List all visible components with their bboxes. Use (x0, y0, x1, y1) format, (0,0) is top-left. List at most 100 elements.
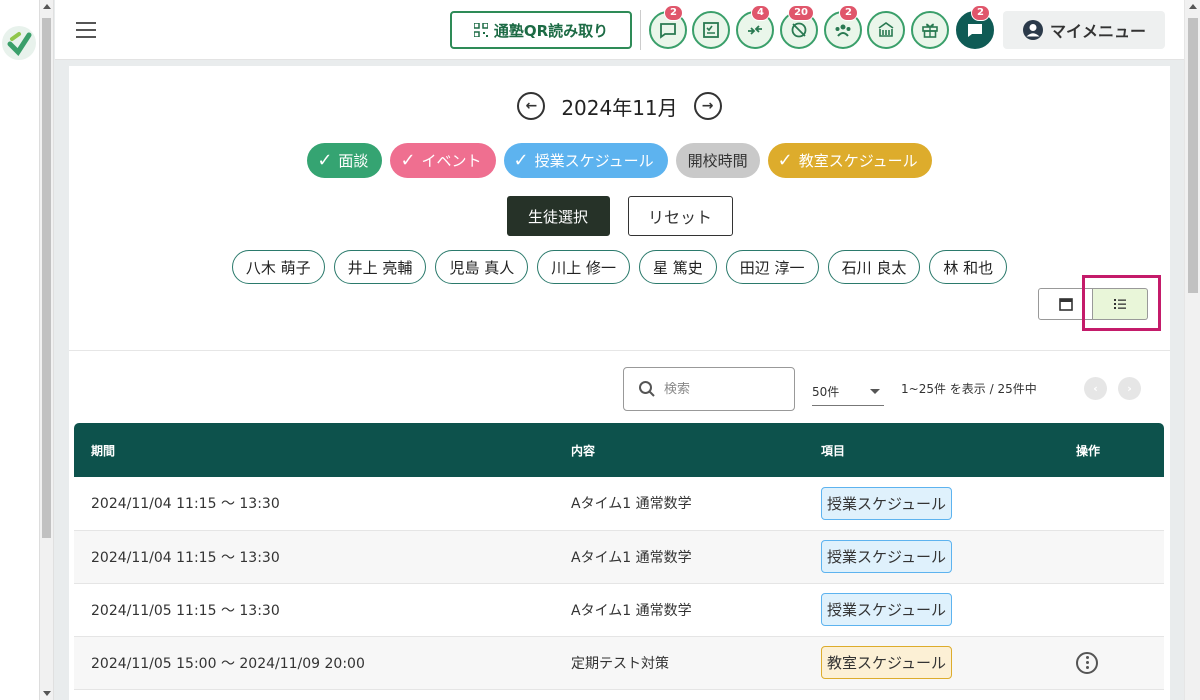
absence-button[interactable]: 20 (780, 5, 818, 49)
sidebar-scrollbar[interactable] (40, 0, 54, 700)
content-cell: Aタイム1 通常数学 (554, 583, 804, 637)
more-options-icon[interactable] (1076, 651, 1098, 674)
transfer-badge: 4 (751, 5, 770, 21)
month-navigator: ← 2024年11月 → (69, 90, 1170, 122)
content-cell: 定期テスト対策 (554, 636, 804, 690)
actions-cell (1059, 530, 1164, 584)
month-title: 2024年11月 (561, 95, 678, 120)
per-page-value: 50件 (812, 385, 840, 399)
gift-icon (922, 23, 938, 38)
message-icon (968, 24, 982, 37)
chat-badge: 2 (664, 5, 683, 21)
column-header-content[interactable]: 内容 (554, 423, 804, 477)
pagination-range: 1~25件 を表示 / 25件中 (901, 382, 1037, 396)
select-students-button[interactable]: 生徒選択 (506, 196, 610, 236)
student-chip[interactable]: 田辺 淳一 (725, 250, 819, 284)
actions-cell (1059, 477, 1164, 531)
group-icon (835, 24, 851, 37)
column-header-period[interactable]: 期間 (74, 423, 554, 477)
search-box[interactable] (623, 367, 795, 411)
hamburger-menu-icon[interactable] (76, 22, 96, 38)
table-row[interactable]: 2024/11/05 11:15 ～ 13:30 Aタイム1 通常数学 授業スケ… (74, 583, 1164, 637)
next-month-arrow-icon[interactable]: → (693, 92, 722, 120)
table-row[interactable]: 2024/11/05 15:00 ～ 2024/11/09 20:00 定期テス… (74, 636, 1164, 690)
category-cell: 教室スケジュール (804, 636, 1059, 690)
app-logo-icon[interactable] (2, 26, 36, 60)
absence-icon (791, 22, 807, 38)
check-icon: ✓ (777, 150, 793, 171)
left-rail (0, 0, 40, 700)
period-cell: 2024/11/05 15:00 ～ 2024/11/09 20:00 (74, 636, 554, 690)
user-circle-icon (1022, 20, 1043, 40)
check-icon: ✓ (317, 150, 333, 171)
school-building-icon (878, 22, 894, 37)
category-tag: 授業スケジュール (821, 486, 952, 520)
selected-students: 八木 萌子 井上 亮輔 児島 真人 川上 修一 星 篤史 田辺 淳一 石川 良太… (69, 250, 1170, 284)
message-button[interactable]: 2 (956, 5, 994, 49)
search-icon (639, 381, 655, 397)
schedule-table: 期間 内容 項目 操作 2024/11/04 11:15 ～ 13:30 Aタイ… (74, 423, 1164, 690)
student-actions: 生徒選択 リセット (69, 196, 1170, 236)
school-button[interactable] (867, 11, 905, 49)
student-chip[interactable]: 児島 真人 (435, 250, 529, 284)
qr-scan-label: 通塾QR読み取り (493, 21, 609, 40)
my-menu-label: マイメニュー (1049, 22, 1146, 41)
content-cell: Aタイム1 通常数学 (554, 530, 804, 584)
student-chip[interactable]: 川上 修一 (537, 250, 630, 284)
dropdown-arrow-icon (870, 389, 880, 394)
section-divider (69, 350, 1170, 351)
student-chip[interactable]: 林 和也 (929, 250, 1008, 284)
chat-icon (660, 23, 676, 39)
table-row[interactable]: 2024/11/04 11:15 ～ 13:30 Aタイム1 通常数学 授業スケ… (74, 530, 1164, 584)
table-row[interactable]: 2024/11/04 11:15 ～ 13:30 Aタイム1 通常数学 授業スケ… (74, 477, 1164, 531)
category-filters: ✓ 面談 ✓ イベント ✓ 授業スケジュール 開校時間 ✓ 教室スケジュール (69, 143, 1170, 178)
student-chip[interactable]: 石川 良太 (827, 250, 921, 284)
category-cell: 授業スケジュール (804, 530, 1059, 584)
absence-badge: 20 (788, 5, 814, 21)
calendar-icon (1058, 298, 1073, 311)
header-divider (640, 10, 641, 50)
transfer-button[interactable]: 4 (736, 5, 774, 49)
actions-cell (1059, 583, 1164, 637)
prev-page-chevron-icon[interactable]: ‹ (1084, 377, 1107, 400)
period-cell: 2024/11/04 11:15 ～ 13:30 (74, 530, 554, 584)
category-tag: 授業スケジュール (821, 593, 952, 626)
page-scrollbar[interactable] (1184, 0, 1200, 700)
period-cell: 2024/11/04 11:15 ～ 13:30 (74, 477, 554, 531)
category-tag: 授業スケジュール (821, 540, 952, 573)
next-page-chevron-icon[interactable]: › (1118, 377, 1141, 400)
reset-button[interactable]: リセット (627, 196, 733, 236)
filter-chip-opening-hours[interactable]: 開校時間 (675, 143, 760, 178)
table-header-row: 期間 内容 項目 操作 (74, 423, 1164, 477)
prev-month-arrow-icon[interactable]: ← (517, 92, 546, 120)
qr-code-icon (473, 23, 488, 37)
actions-cell (1059, 636, 1164, 690)
category-tag: 教室スケジュール (821, 646, 952, 679)
top-header: 通塾QR読み取り 2 4 20 2 2 マイメニュー (55, 0, 1184, 60)
gift-button[interactable] (911, 11, 949, 49)
checklist-icon (703, 22, 719, 38)
qr-scan-button[interactable]: 通塾QR読み取り (450, 11, 632, 49)
check-icon: ✓ (513, 150, 529, 171)
chat-bubble-button[interactable]: 2 (649, 5, 687, 49)
category-cell: 授業スケジュール (804, 583, 1059, 637)
column-header-actions: 操作 (1059, 423, 1164, 477)
message-badge: 2 (971, 5, 990, 21)
student-chip[interactable]: 星 篤史 (639, 250, 717, 284)
group-button[interactable]: 2 (824, 5, 862, 49)
filter-chip-interview[interactable]: ✓ 面談 (307, 143, 383, 178)
per-page-select[interactable]: 50件 (812, 378, 884, 406)
search-input[interactable] (664, 381, 764, 397)
filter-chip-class-schedule[interactable]: ✓ 授業スケジュール (503, 143, 668, 178)
checklist-button[interactable] (692, 11, 730, 49)
filter-chip-room-schedule[interactable]: ✓ 教室スケジュール (767, 143, 932, 178)
content-cell: Aタイム1 通常数学 (554, 477, 804, 531)
student-chip[interactable]: 八木 萌子 (231, 250, 325, 284)
calendar-card: ← 2024年11月 → ✓ 面談 ✓ イベント ✓ 授業スケジュール 開校時間 ✓ 教… (69, 66, 1170, 700)
filter-chip-event[interactable]: ✓ イベント (390, 143, 496, 178)
check-icon: ✓ (400, 150, 416, 171)
annotation-highlight-box (1082, 275, 1161, 331)
my-menu-button[interactable]: マイメニュー (1003, 11, 1165, 49)
column-header-category[interactable]: 項目 (804, 423, 1059, 477)
student-chip[interactable]: 井上 亮輔 (333, 250, 427, 284)
